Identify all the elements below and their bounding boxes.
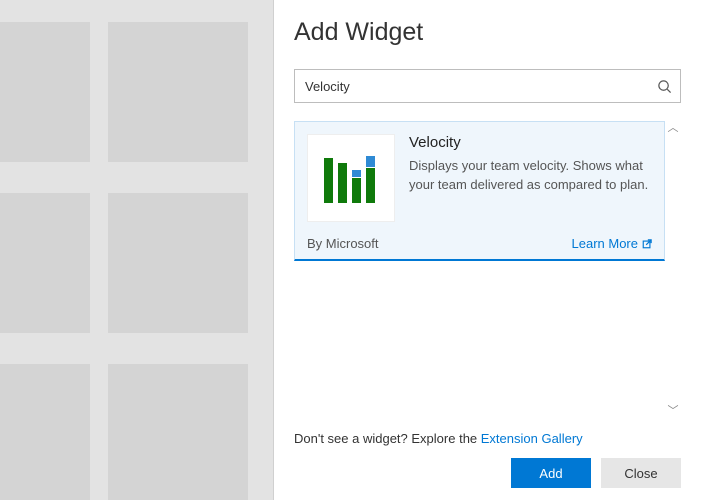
dashboard-tile xyxy=(0,193,90,333)
search-box[interactable] xyxy=(294,69,681,103)
external-link-icon xyxy=(642,239,652,249)
close-button[interactable]: Close xyxy=(601,458,681,488)
learn-more-link[interactable]: Learn More xyxy=(572,236,652,251)
widget-author: By Microsoft xyxy=(307,236,379,251)
dashboard-tile xyxy=(108,22,248,162)
scroll-down-icon[interactable]: ﹀ xyxy=(668,406,679,417)
extension-gallery-link[interactable]: Extension Gallery xyxy=(481,431,583,446)
dashboard-tile xyxy=(0,364,90,500)
add-button[interactable]: Add xyxy=(511,458,591,488)
footer-prompt: Don't see a widget? Explore the Extensio… xyxy=(294,431,681,446)
add-widget-panel: Add Widget xyxy=(273,0,701,500)
scroll-up-icon[interactable]: ︿ xyxy=(668,123,679,134)
widget-name: Velocity xyxy=(409,134,652,151)
learn-more-label: Learn More xyxy=(572,236,638,251)
panel-footer: Don't see a widget? Explore the Extensio… xyxy=(294,419,681,488)
widget-description: Displays your team velocity. Shows what … xyxy=(409,157,652,195)
results-list: Velocity Displays your team velocity. Sh… xyxy=(294,121,665,419)
panel-title: Add Widget xyxy=(294,18,681,47)
dashboard-tile xyxy=(108,193,248,333)
results-area: Velocity Displays your team velocity. Sh… xyxy=(294,121,681,419)
widget-card-velocity[interactable]: Velocity Displays your team velocity. Sh… xyxy=(294,121,665,261)
dashboard-grid xyxy=(0,0,273,500)
widget-thumbnail xyxy=(307,134,395,222)
search-input[interactable] xyxy=(305,79,657,94)
search-icon[interactable] xyxy=(657,79,672,94)
dashboard-tile xyxy=(108,364,248,500)
dashboard-tile xyxy=(0,22,90,162)
results-scrollbar[interactable]: ︿ ﹀ xyxy=(665,121,681,419)
